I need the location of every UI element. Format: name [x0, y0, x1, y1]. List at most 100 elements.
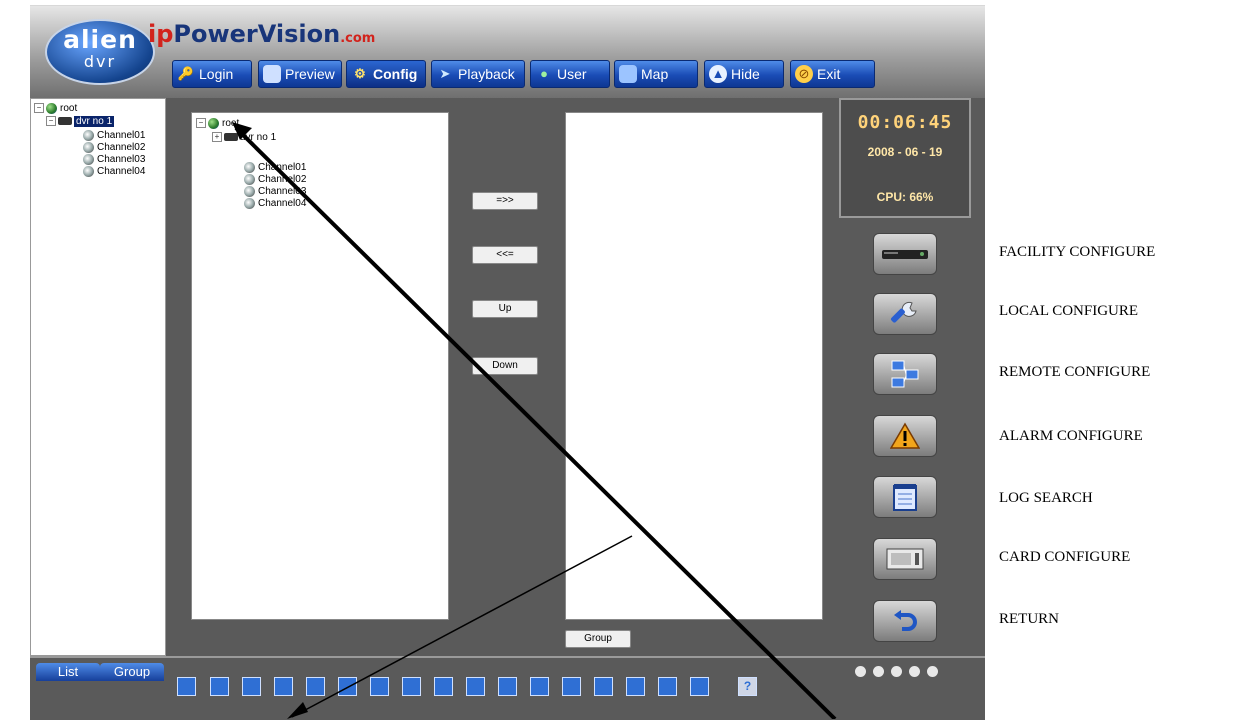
group-members-panel[interactable]	[565, 112, 823, 620]
layout-13-button[interactable]	[402, 677, 421, 696]
gear-icon: ⚙	[354, 66, 366, 81]
tree-channel[interactable]: Channel04	[83, 165, 145, 177]
dvr-icon	[224, 133, 238, 141]
layout-20-button[interactable]	[466, 677, 485, 696]
question-icon: ?	[743, 679, 752, 693]
camera-icon	[244, 197, 255, 209]
layout-1-button[interactable]	[177, 677, 196, 696]
label-facility-configure: FACILITY CONFIGURE	[999, 244, 1156, 260]
group-button[interactable]: Group	[565, 630, 631, 648]
move-down-button[interactable]: Down	[472, 357, 538, 375]
brand-name: ipPowerVision.com	[148, 20, 376, 48]
tree-channel[interactable]: Channel02	[83, 141, 145, 153]
tree-channel[interactable]: Channel01	[244, 161, 306, 173]
label-log-search: LOG SEARCH	[999, 490, 1093, 506]
tree-channel[interactable]: Channel03	[83, 153, 145, 165]
tree-channel[interactable]: Channel01	[83, 129, 145, 141]
remove-from-group-button[interactable]: <<=	[472, 246, 538, 264]
card-icon	[886, 548, 924, 570]
tree-root[interactable]: − root	[34, 102, 77, 114]
camera-icon	[83, 141, 94, 153]
camera-icon	[83, 165, 94, 177]
alarm-configure-button[interactable]	[873, 415, 937, 457]
label-local-configure: LOCAL CONFIGURE	[999, 303, 1139, 319]
collapse-icon[interactable]: −	[34, 103, 44, 113]
tree-channel[interactable]: Channel04	[244, 197, 306, 209]
log-search-button[interactable]	[873, 476, 937, 518]
camera-icon	[83, 153, 94, 165]
expand-icon[interactable]: +	[212, 132, 222, 142]
wrench-icon	[890, 301, 917, 323]
camera-icon	[244, 185, 255, 197]
layout-8-button[interactable]	[274, 677, 293, 696]
tree-root[interactable]: − root	[196, 117, 239, 129]
page-dot[interactable]	[927, 666, 938, 677]
layout-49-button[interactable]	[626, 677, 645, 696]
user-button[interactable]: ● User	[530, 60, 610, 88]
label-alarm-configure: ALARM CONFIGURE	[999, 428, 1143, 444]
local-configure-button[interactable]	[873, 293, 937, 335]
help-button[interactable]: ?	[738, 677, 757, 696]
add-to-group-button[interactable]: =>>	[472, 192, 538, 210]
camera-icon	[83, 129, 94, 141]
header-bar: alien dvr ipPowerVision.com 🔑 Login Previ…	[30, 6, 985, 98]
notepad-icon	[893, 484, 917, 511]
layout-12-button[interactable]	[370, 677, 389, 696]
layout-25-button[interactable]	[498, 677, 517, 696]
collapse-icon[interactable]: −	[46, 116, 56, 126]
play-arrow-icon: ➤	[439, 66, 451, 81]
camera-icon	[244, 173, 255, 185]
collapse-icon[interactable]: −	[196, 118, 206, 128]
exit-button[interactable]: ⊘ Exit	[790, 60, 875, 88]
dvr-icon	[58, 117, 72, 125]
preview-button[interactable]: Preview	[258, 60, 342, 88]
cpu-usage: CPU: 66%	[876, 190, 934, 204]
status-display: 00:06:45 2008 - 06 - 19 CPU: 66%	[839, 98, 971, 218]
map-icon	[619, 65, 637, 83]
camera-icon	[244, 161, 255, 173]
config-button[interactable]: ⚙ Config	[346, 60, 426, 88]
tree-dvr[interactable]: − dvr no 1	[46, 115, 115, 127]
alarm-warning-icon	[890, 422, 920, 449]
layout-32-button[interactable]	[562, 677, 581, 696]
layout-10-button[interactable]	[338, 677, 357, 696]
map-button[interactable]: Map	[614, 60, 698, 88]
tree-dvr[interactable]: + dvr no 1	[212, 131, 276, 143]
tab-group[interactable]: Group	[100, 663, 164, 681]
hide-button[interactable]: ▲ Hide	[704, 60, 784, 88]
layout-9-button[interactable]	[306, 677, 325, 696]
layout-4-button[interactable]	[210, 677, 229, 696]
remote-configure-button[interactable]	[873, 353, 937, 395]
move-up-button[interactable]: Up	[472, 300, 538, 318]
facility-configure-button[interactable]	[873, 233, 937, 275]
layout-81-button[interactable]	[690, 677, 709, 696]
device-tree-panel: − root − dvr no 1 Channel01 Channel02 Chan…	[30, 98, 166, 656]
page-dot[interactable]	[873, 666, 884, 677]
layout-64-button[interactable]	[658, 677, 677, 696]
power-icon: ⊘	[795, 65, 813, 83]
globe-icon	[46, 102, 57, 114]
layout-36-button[interactable]	[594, 677, 613, 696]
eject-icon: ▲	[709, 65, 727, 83]
page-dot[interactable]	[909, 666, 920, 677]
page-dot[interactable]	[855, 666, 866, 677]
user-icon: ●	[540, 66, 548, 81]
bottom-divider	[30, 656, 985, 658]
time-display: 00:06:45	[857, 112, 953, 133]
tree-channel[interactable]: Channel03	[244, 185, 306, 197]
network-icon	[891, 360, 919, 388]
available-channels-panel: − root + dvr no 1 Channel01 Channel02 Chan…	[191, 112, 449, 620]
key-icon: 🔑	[177, 66, 195, 81]
monitor-icon	[263, 65, 281, 83]
tab-list[interactable]: List	[36, 663, 100, 681]
return-button[interactable]	[873, 600, 937, 642]
layout-6-button[interactable]	[242, 677, 261, 696]
card-configure-button[interactable]	[873, 538, 937, 580]
login-button[interactable]: 🔑 Login	[172, 60, 252, 88]
layout-16-button[interactable]	[434, 677, 453, 696]
layout-28-button[interactable]	[530, 677, 549, 696]
tree-channel[interactable]: Channel02	[244, 173, 306, 185]
return-arrow-icon	[894, 610, 917, 631]
page-dot[interactable]	[891, 666, 902, 677]
playback-button[interactable]: ➤ Playback	[431, 60, 525, 88]
